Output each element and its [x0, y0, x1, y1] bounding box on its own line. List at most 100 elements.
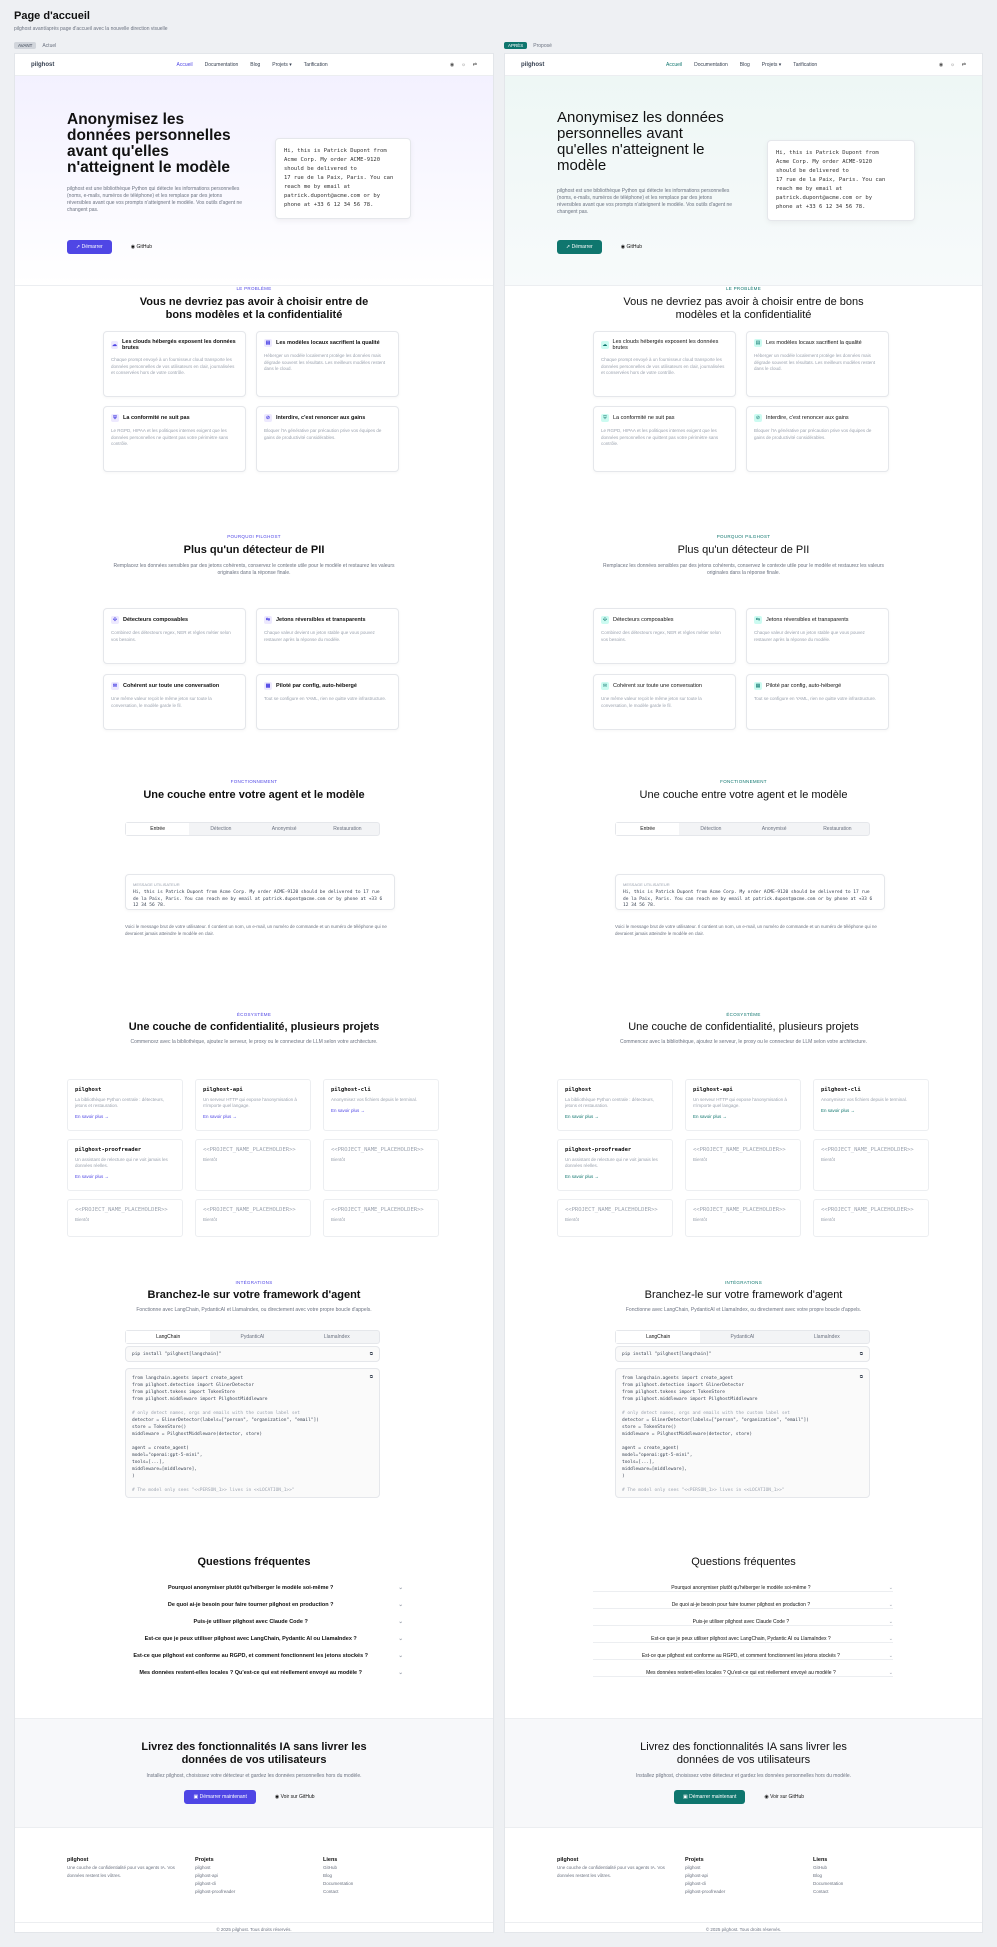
github-button[interactable]: ◉ GitHub: [612, 240, 651, 254]
nav-item-documentation[interactable]: Documentation: [205, 62, 239, 68]
start-button[interactable]: ➚ Démarrer: [67, 240, 112, 254]
tab-detection[interactable]: Détection: [189, 823, 252, 835]
footer-logo[interactable]: pilghost: [67, 1857, 88, 1863]
project-card[interactable]: pilghost La bibliothèque Python centrale…: [557, 1079, 673, 1131]
project-link[interactable]: En savoir plus →: [565, 1114, 665, 1119]
project-card[interactable]: pilghost-cli Anonymisez vos fichiers dep…: [813, 1079, 929, 1131]
nav-item-projets[interactable]: Projets ▾: [762, 62, 781, 68]
footer-link[interactable]: Blog: [813, 1872, 903, 1880]
tab-detection[interactable]: Détection: [679, 823, 742, 835]
tab-entree[interactable]: Entrée: [616, 823, 680, 835]
github-icon[interactable]: ◉: [939, 62, 943, 68]
faq-item[interactable]: Pourquoi anonymiser plutôt qu'héberger l…: [103, 1585, 403, 1591]
faq-item[interactable]: Puis-je utiliser pilghost avec Claude Co…: [103, 1619, 403, 1625]
project-link[interactable]: En savoir plus →: [75, 1114, 175, 1119]
faq-item[interactable]: Est-ce que pilghost est conforme au RGPD…: [593, 1653, 893, 1660]
project-link[interactable]: En savoir plus →: [331, 1108, 431, 1113]
code-line: # The model only sees "<<PERSON_1>> live…: [622, 1488, 785, 1493]
project-card[interactable]: pilghost-proofreader Un assistant de rel…: [67, 1139, 183, 1191]
github-icon[interactable]: ◉: [450, 62, 454, 68]
nav-item-tarification[interactable]: Tarification: [793, 62, 817, 68]
tab-restauration[interactable]: Restauration: [316, 823, 379, 835]
tab-restauration[interactable]: Restauration: [806, 823, 869, 835]
view-github-button[interactable]: ◉ Voir sur GitHub: [266, 1790, 324, 1804]
footer-link[interactable]: pilghost-proofreader: [195, 1888, 285, 1896]
nav-item-documentation[interactable]: Documentation: [694, 62, 728, 68]
nav-item-projets[interactable]: Projets ▾: [272, 62, 291, 68]
card-title: Piloté par config, auto-hébergé: [766, 683, 842, 689]
footer-link[interactable]: Contact: [813, 1888, 903, 1896]
faq-item[interactable]: Puis-je utiliser pilghost avec Claude Co…: [593, 1619, 893, 1626]
layer-title: Une couche entre votre agent et le modèl…: [639, 789, 848, 801]
faq-item[interactable]: Est-ce que je peux utiliser pilghost ave…: [593, 1636, 893, 1643]
footer-link[interactable]: Contact: [323, 1888, 413, 1896]
footer-link[interactable]: pilghost-cli: [195, 1880, 285, 1888]
start-now-button[interactable]: ▣ Démarrer maintenant: [673, 1790, 746, 1804]
project-desc: Bientôt: [75, 1217, 90, 1222]
tab-langchain[interactable]: LangChain: [126, 1331, 211, 1343]
theme-toggle-icon[interactable]: ☼: [461, 62, 466, 68]
tab-pydanticai[interactable]: PydanticAI: [210, 1331, 294, 1343]
copy-icon[interactable]: ⧉: [370, 1374, 373, 1381]
footer-link[interactable]: Documentation: [813, 1880, 903, 1888]
faq-item[interactable]: De quoi ai-je besoin pour faire tourner …: [103, 1602, 403, 1608]
tab-entree[interactable]: Entrée: [126, 823, 190, 835]
project-link[interactable]: En savoir plus →: [203, 1114, 303, 1119]
project-card[interactable]: pilghost La bibliothèque Python centrale…: [67, 1079, 183, 1131]
why-card: ⛨ La conformité ne suit pas Le RGPD, HIPA…: [593, 406, 736, 472]
footer-link[interactable]: pilghost: [195, 1864, 285, 1872]
project-link[interactable]: En savoir plus →: [821, 1108, 921, 1113]
project-card[interactable]: pilghost-proofreader Un assistant de rel…: [557, 1139, 673, 1191]
language-icon[interactable]: ⇄: [962, 62, 966, 68]
project-link[interactable]: En savoir plus →: [565, 1174, 665, 1179]
footer-link[interactable]: pilghost-api: [195, 1872, 285, 1880]
language-icon[interactable]: ⇄: [473, 62, 477, 68]
tab-llamaindex[interactable]: LlamaIndex: [785, 1331, 869, 1343]
tab-pydanticai[interactable]: PydanticAI: [700, 1331, 784, 1343]
project-card[interactable]: pilghost-api Un serveur HTTP qui expose …: [195, 1079, 311, 1131]
project-card[interactable]: pilghost-cli Anonymisez vos fichiers dep…: [323, 1079, 439, 1131]
footer-link[interactable]: pilghost-proofreader: [685, 1888, 775, 1896]
faq-item[interactable]: Pourquoi anonymiser plutôt qu'héberger l…: [593, 1585, 893, 1592]
nav-logo[interactable]: pilghost: [521, 62, 544, 68]
theme-toggle-icon[interactable]: ☼: [950, 62, 955, 68]
faq-item[interactable]: Est-ce que je peux utiliser pilghost ave…: [103, 1636, 403, 1642]
view-github-button[interactable]: ◉ Voir sur GitHub: [755, 1790, 813, 1804]
tab-anonymise[interactable]: Anonymisé: [743, 823, 806, 835]
start-now-label: Démarrer maintenant: [689, 1794, 737, 1800]
nav-item-accueil[interactable]: Accueil: [177, 62, 193, 68]
faq-item[interactable]: De quoi ai-je besoin pour faire tourner …: [593, 1602, 893, 1609]
tab-langchain[interactable]: LangChain: [616, 1331, 701, 1343]
faq-item[interactable]: Mes données restent-elles locales ? Qu'e…: [103, 1670, 403, 1676]
footer-link[interactable]: Documentation: [323, 1880, 413, 1888]
nav-item-tarification[interactable]: Tarification: [304, 62, 328, 68]
footer-link[interactable]: pilghost-cli: [685, 1880, 775, 1888]
footer-link[interactable]: GitHub: [813, 1864, 903, 1872]
start-now-button[interactable]: ▣ Démarrer maintenant: [184, 1790, 256, 1804]
project-link[interactable]: En savoir plus →: [75, 1174, 175, 1179]
github-button[interactable]: ◉ GitHub: [122, 240, 161, 254]
start-button[interactable]: ➚ Démarrer: [557, 240, 602, 254]
nav-item-blog[interactable]: Blog: [740, 62, 750, 68]
copy-icon[interactable]: ⧉: [370, 1351, 373, 1358]
project-card[interactable]: pilghost-api Un serveur HTTP qui expose …: [685, 1079, 801, 1131]
nav-logo[interactable]: pilghost: [31, 62, 54, 68]
tab-llamaindex[interactable]: LlamaIndex: [295, 1331, 379, 1343]
nav-item-blog[interactable]: Blog: [250, 62, 260, 68]
footer-link[interactable]: pilghost-api: [685, 1872, 775, 1880]
footer-logo[interactable]: pilghost: [557, 1857, 578, 1863]
footer-link[interactable]: GitHub: [323, 1864, 413, 1872]
nav-item-accueil[interactable]: Accueil: [666, 62, 682, 68]
tab-anonymise[interactable]: Anonymisé: [253, 823, 316, 835]
faq-item[interactable]: Est-ce que pilghost est conforme au RGPD…: [103, 1653, 403, 1659]
faq-item[interactable]: Mes données restent-elles locales ? Qu'e…: [593, 1670, 893, 1677]
copy-icon[interactable]: ⧉: [860, 1351, 863, 1358]
copy-icon[interactable]: ⧉: [860, 1374, 863, 1381]
project-link[interactable]: En savoir plus →: [693, 1114, 793, 1119]
feature-card: ⇆ Jetons réversibles et transparents Chaq…: [746, 608, 889, 664]
footer-link[interactable]: pilghost: [685, 1864, 775, 1872]
after-tag: APRÈS Proposé: [504, 42, 552, 49]
layer-message-box: MESSAGE UTILISATEUR Hi, this is Patrick …: [125, 874, 395, 910]
footer-link[interactable]: Blog: [323, 1872, 413, 1880]
